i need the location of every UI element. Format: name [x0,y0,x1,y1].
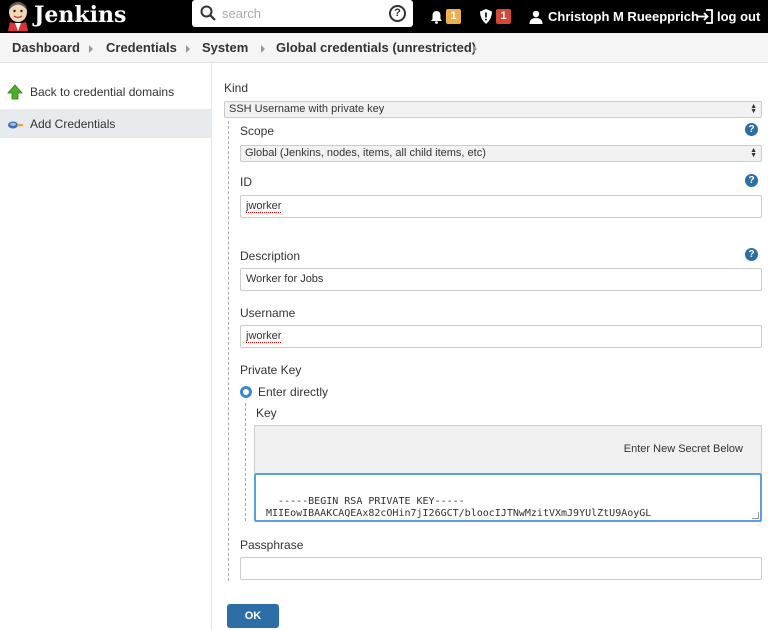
id-input-value: jworker [246,200,282,213]
notifications-badge: 1 [446,9,461,24]
breadcrumb-dashboard[interactable]: Dashboard [12,40,80,55]
breadcrumb-separator[interactable] [261,45,265,53]
sidebar-item-back-to-domains[interactable]: Back to credential domains [0,77,212,106]
breadcrumb-credentials[interactable]: Credentials [106,40,177,55]
select-arrows-icon: ▲ ▼ [750,147,757,159]
private-key-textarea[interactable]: -----BEGIN RSA PRIVATE KEY----- MIIEowIB… [254,473,762,522]
id-label: ID [240,175,252,189]
ok-button[interactable]: OK [227,604,279,628]
scope-select-value: Global (Jenkins, nodes, items, all child… [245,147,486,159]
kind-select[interactable]: SSH Username with private key ▲ ▼ [224,101,762,118]
arrow-up-icon [7,83,23,99]
kind-select-value: SSH Username with private key [229,103,385,115]
key-label: Key [256,406,277,420]
user-name: Christoph M Rueepprich [548,9,699,24]
breadcrumb-separator[interactable] [473,45,477,53]
user-menu[interactable]: Christoph M Rueepprich [529,0,699,33]
select-arrows-icon: ▲ ▼ [750,103,757,115]
logout-button[interactable]: log out [697,0,760,33]
private-key-options-guide [245,403,246,521]
enter-directly-label[interactable]: Enter directly [258,385,328,399]
description-input[interactable]: Worker for Jobs [240,268,762,291]
description-input-value: Worker for Jobs [246,273,324,285]
private-key-value: -----BEGIN RSA PRIVATE KEY----- MIIEowIB… [266,496,652,519]
help-icon[interactable]: ? [389,5,406,22]
security-badge: 1 [496,9,511,24]
secret-hint-box: Enter New Secret Below [254,425,762,473]
username-input-value: jworker [246,330,282,343]
scope-label: Scope [240,124,275,138]
secret-hint-text: Enter New Secret Below [623,443,743,455]
description-label: Description [240,249,301,263]
security-button[interactable]: 1 [479,0,511,33]
bell-icon [431,10,442,24]
top-header: Jenkins ? 1 1 Christoph M Rueepprich [0,0,768,33]
credentials-icon [8,121,23,128]
passphrase-label: Passphrase [240,538,304,552]
sidebar-item-label: Add Credentials [30,116,116,131]
private-key-label: Private Key [240,363,302,377]
enter-directly-radio[interactable] [240,386,252,398]
brand-name[interactable]: Jenkins [34,2,126,28]
breadcrumb-separator[interactable] [89,45,93,53]
search-icon [200,5,216,21]
scope-help-icon[interactable]: ? [745,123,758,136]
breadcrumb: Dashboard Credentials System Global cred… [0,33,768,63]
sidebar-item-label: Back to credential domains [30,84,175,99]
passphrase-input[interactable] [240,557,762,580]
search-input[interactable] [222,4,372,23]
breadcrumb-separator[interactable] [186,45,190,53]
id-help-icon[interactable]: ? [745,174,758,187]
notifications-button[interactable]: 1 [430,0,461,33]
scope-select[interactable]: Global (Jenkins, nodes, items, all child… [240,145,762,162]
resize-handle-icon[interactable] [752,512,759,519]
shield-icon [480,9,492,24]
breadcrumb-system[interactable]: System [202,40,248,55]
username-label: Username [240,306,296,320]
jenkins-logo-icon[interactable] [4,1,32,31]
id-input[interactable]: jworker [240,195,762,218]
search-box: ? [192,0,413,27]
sidebar-item-add-credentials[interactable]: Add Credentials [0,109,212,138]
logout-icon [698,9,713,24]
description-help-icon[interactable]: ? [745,248,758,261]
user-icon [529,10,543,24]
kind-label: Kind [224,81,249,95]
breadcrumb-global-credentials[interactable]: Global credentials (unrestricted) [276,40,476,55]
username-input[interactable]: jworker [240,325,762,348]
sidebar: Back to credential domains Add Credentia… [0,63,212,630]
logout-label: log out [717,9,761,24]
kind-options-guide [228,121,229,581]
